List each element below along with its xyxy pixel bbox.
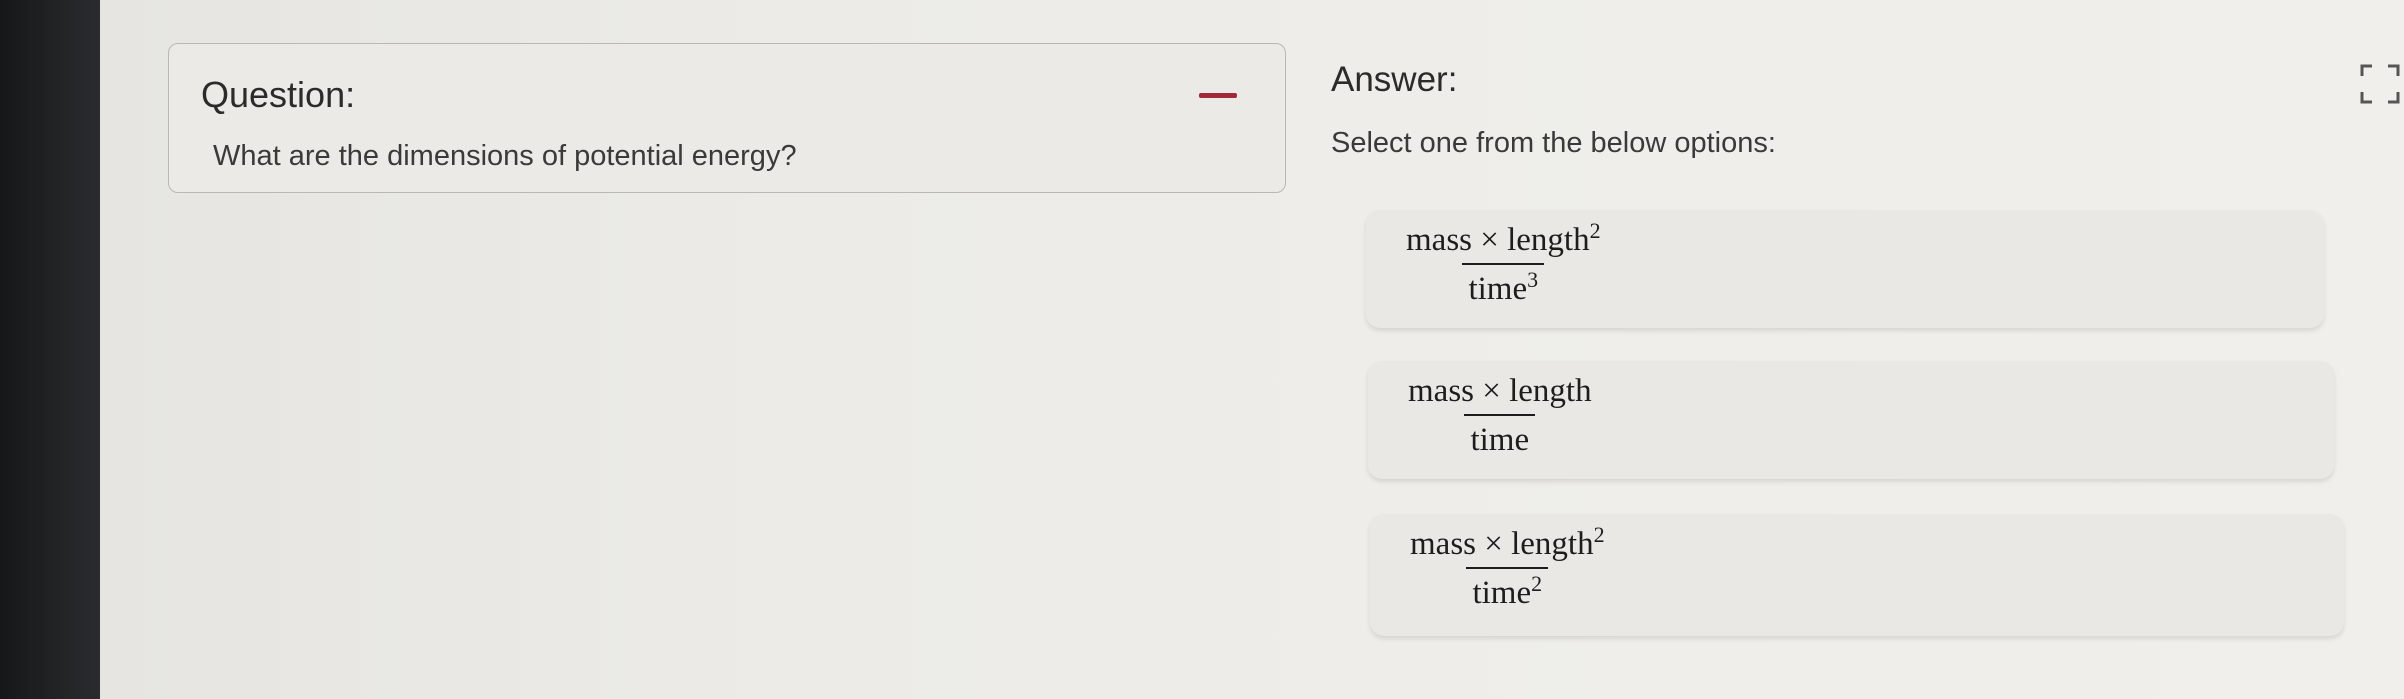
answer-option-3[interactable]: mass × length2 time2 <box>1370 514 2344 636</box>
denominator-exponent: 3 <box>1527 267 1539 292</box>
answer-option-1[interactable]: mass × length2 time3 <box>1366 210 2324 328</box>
option-fraction: mass × length2 time2 <box>1404 524 1611 612</box>
question-text: What are the dimensions of potential ene… <box>213 140 797 172</box>
numerator-exponent: 2 <box>1589 218 1601 243</box>
answer-instruction: Select one from the below options: <box>1331 127 1776 159</box>
denominator-exponent: 2 <box>1531 571 1543 596</box>
option-numerator: mass × length <box>1410 526 1594 562</box>
question-card: Question: What are the dimensions of pot… <box>168 43 1286 193</box>
answer-option-2[interactable]: mass × length time <box>1368 361 2334 479</box>
fullscreen-icon[interactable] <box>2358 62 2402 106</box>
numerator-exponent: 2 <box>1593 522 1605 547</box>
question-heading: Question: <box>201 74 356 115</box>
device-bezel <box>0 0 112 699</box>
option-denominator: time <box>1470 422 1530 458</box>
option-numerator: mass × length <box>1406 222 1590 258</box>
minus-icon[interactable] <box>1199 93 1237 98</box>
option-fraction: mass × length2 time3 <box>1400 220 1607 308</box>
option-denominator: time <box>1472 575 1532 611</box>
option-denominator: time <box>1468 271 1528 307</box>
option-numerator: mass × length <box>1408 373 1592 409</box>
option-fraction: mass × length time <box>1402 373 1598 459</box>
answer-heading: Answer: <box>1331 60 1458 99</box>
